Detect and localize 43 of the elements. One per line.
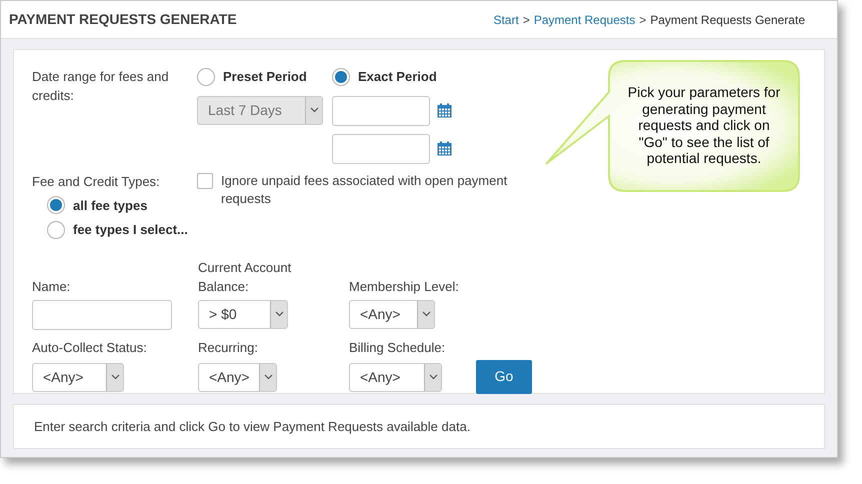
- radio-button[interactable]: [47, 220, 65, 239]
- go-button[interactable]: Go: [476, 360, 532, 394]
- calendar-icon[interactable]: [437, 141, 452, 156]
- field-label: Date range for fees and credits:: [32, 68, 170, 105]
- field-label: Name:: [32, 278, 70, 296]
- dropdown[interactable]: <Any>: [349, 300, 435, 328]
- breadcrumb-current: Payment Requests Generate: [650, 12, 805, 28]
- field-label: Membership Level:: [349, 278, 459, 296]
- chevron-icon: [110, 374, 120, 380]
- radio-button[interactable]: [332, 68, 350, 86]
- checkbox[interactable]: [197, 172, 213, 188]
- radio-button[interactable]: [47, 196, 65, 214]
- callout-text: Pick your parameters for generating payment requests and click on "Go" to see the list of potential requests.: [626, 84, 782, 166]
- breadcrumb-separator: >: [522, 12, 530, 28]
- name-field[interactable]: [32, 300, 172, 330]
- chevron-icon: [422, 311, 430, 317]
- chevron-icon: [274, 311, 284, 317]
- field-label: Billing Schedule:: [349, 338, 446, 356]
- breadcrumb-link[interactable]: Start: [493, 10, 519, 28]
- dropdown[interactable]: <Any>: [198, 362, 277, 392]
- status-message: Enter search criteria and click Go to view Payment Requests available data.: [34, 418, 470, 436]
- calendar-icon[interactable]: [437, 103, 452, 118]
- chevron-icon: [264, 374, 272, 380]
- radio-option[interactable]: Preset Period: [197, 67, 322, 86]
- chevron-icon: [310, 107, 318, 113]
- dropdown[interactable]: > $0: [198, 300, 288, 328]
- breadcrumb-separator: >: [639, 12, 646, 28]
- chevron-icon: [428, 374, 438, 380]
- radio-option[interactable]: fee types I select...: [47, 220, 197, 240]
- radio-button[interactable]: [197, 68, 215, 86]
- radio-option[interactable]: Exact Period: [332, 67, 452, 86]
- field-label: Auto-Collect Status:: [32, 338, 147, 356]
- dropdown[interactable]: <Any>: [32, 362, 124, 392]
- date-field[interactable]: [332, 134, 430, 164]
- field-label: Current Account Balance:: [198, 258, 292, 296]
- checkbox-label: Ignore unpaid fees associated with open payment requests: [221, 172, 508, 208]
- page-title: PAYMENT REQUESTS GENERATE: [9, 10, 237, 29]
- field-label: Fee and Credit Types:: [32, 172, 161, 190]
- breadcrumb-link[interactable]: Payment Requests: [534, 10, 636, 28]
- radio-option[interactable]: all fee types: [47, 196, 197, 215]
- dropdown[interactable]: <Any>: [349, 362, 442, 392]
- date-field[interactable]: [332, 96, 430, 126]
- field-label: Recurring:: [198, 338, 258, 356]
